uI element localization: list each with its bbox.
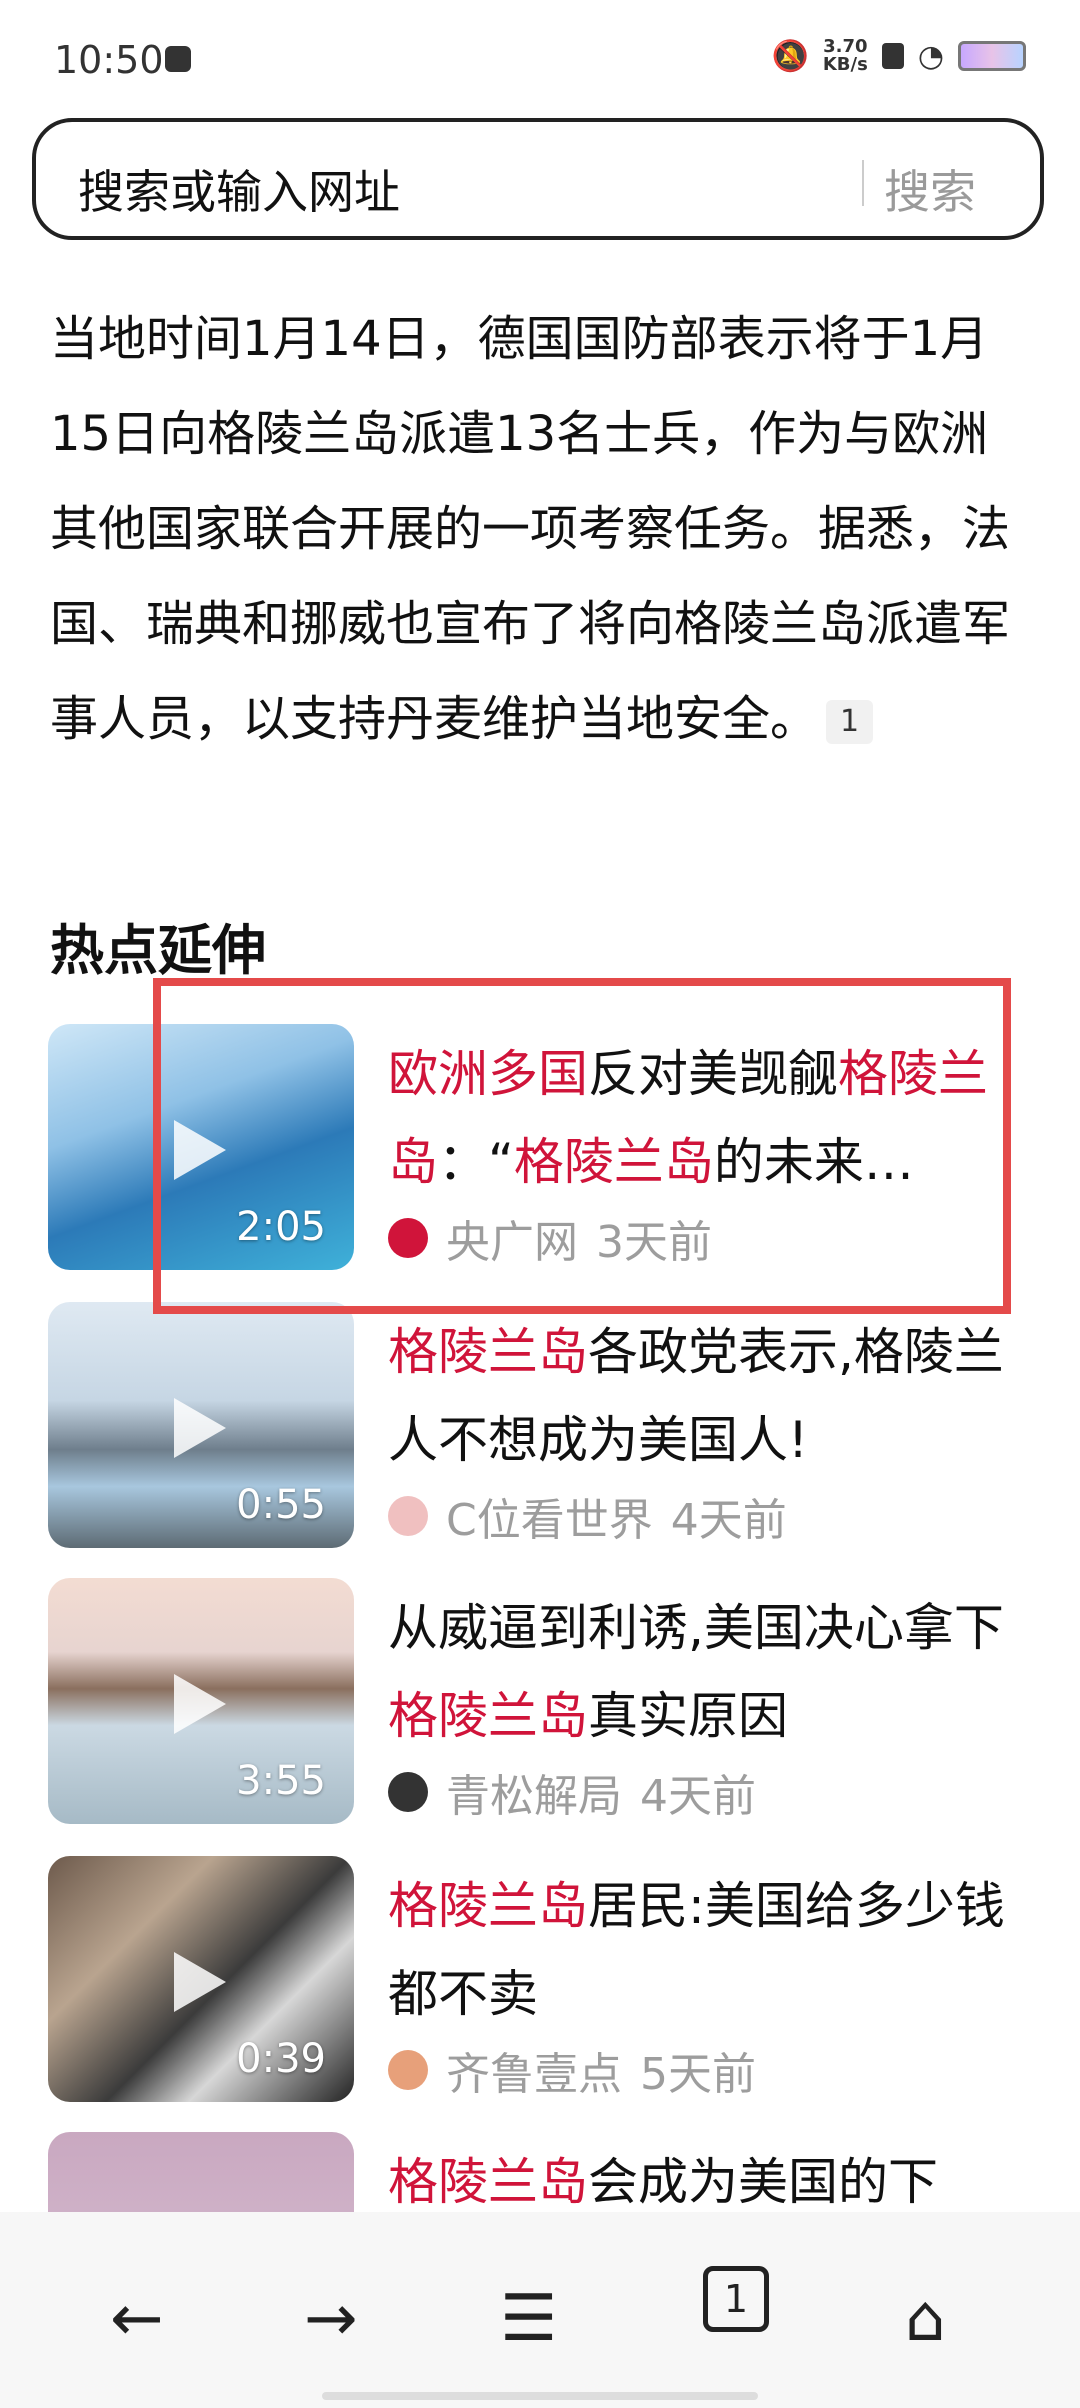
search-divider: [862, 160, 864, 206]
tab-count-button[interactable]: 1: [703, 2266, 769, 2332]
reference-badge[interactable]: 1: [826, 700, 874, 744]
sim-icon: [881, 43, 904, 69]
forward-arrow-icon[interactable]: →: [304, 2282, 358, 2356]
news-source: C位看世界: [446, 1495, 653, 1546]
source-logo-icon: [388, 1496, 428, 1536]
network-speed-unit: KB/s: [822, 54, 868, 75]
video-thumbnail[interactable]: 0:55: [48, 1302, 354, 1548]
news-source: 青松解局: [446, 1771, 622, 1822]
title-part: 格陵兰岛: [388, 1323, 588, 1381]
home-indicator: [322, 2392, 758, 2400]
search-button[interactable]: 搜索: [884, 156, 976, 222]
section-title: 热点延伸: [50, 919, 266, 982]
title-part: 会成为美国的下: [588, 2153, 938, 2211]
title-part: 格陵兰岛: [388, 1687, 588, 1745]
news-time: 4天前: [640, 1771, 756, 1822]
news-title[interactable]: 从威逼到利诱,美国决心拿下格陵兰岛真实原因: [388, 1584, 1038, 1760]
video-duration: 3:55: [236, 1758, 326, 1804]
play-icon: [174, 1952, 226, 2012]
play-icon: [174, 1674, 226, 1734]
news-item[interactable]: 0:55 格陵兰岛各政党表示,格陵兰人不想成为美国人! C位看世界 4天前: [48, 1302, 1038, 1548]
video-thumbnail[interactable]: 3:55: [48, 1578, 354, 1824]
title-part: 真实原因: [588, 1687, 788, 1745]
search-input[interactable]: 搜索或输入网址: [78, 156, 400, 222]
news-meta: C位看世界 4天前: [388, 1484, 787, 1548]
news-title[interactable]: 格陵兰岛各政党表示,格陵兰人不想成为美国人!: [388, 1308, 1038, 1484]
source-logo-icon: [388, 1772, 428, 1812]
article-body: 当地时间1月14日，德国国防部表示将于1月15日向格陵兰岛派遣13名士兵，作为与…: [50, 311, 1011, 747]
news-time: 5天前: [640, 2049, 756, 2100]
news-item[interactable]: 3:55 从威逼到利诱,美国决心拿下格陵兰岛真实原因 青松解局 4天前: [48, 1578, 1038, 1824]
status-right-icons: 🔕 3.70 KB/s ◔: [771, 38, 1026, 74]
news-time: 4天前: [670, 1495, 787, 1546]
news-source: 齐鲁壹点: [446, 2049, 622, 2100]
search-bar[interactable]: 搜索或输入网址 搜索: [32, 118, 1044, 240]
title-part: 格陵兰岛: [388, 2153, 588, 2211]
video-duration: 0:39: [236, 2036, 326, 2082]
video-thumbnail[interactable]: 0:39: [48, 1856, 354, 2102]
network-speed: 3.70 KB/s: [823, 38, 868, 74]
home-icon[interactable]: ⌂: [905, 2282, 946, 2356]
back-arrow-icon[interactable]: ←: [110, 2282, 164, 2356]
wifi-icon: ◔: [917, 38, 944, 74]
title-part: 从威逼到利诱,美国决心拿下: [388, 1599, 1004, 1657]
battery-icon: [958, 41, 1026, 71]
news-meta: 齐鲁壹点 5天前: [388, 2038, 756, 2102]
news-meta: 青松解局 4天前: [388, 1760, 756, 1824]
title-part: 格陵兰岛: [388, 1877, 588, 1935]
news-title[interactable]: 格陵兰岛居民:美国给多少钱都不卖: [388, 1862, 1038, 2038]
source-logo-icon: [388, 2050, 428, 2090]
news-item[interactable]: 格陵兰岛会成为美国的下: [48, 2132, 1038, 2212]
menu-icon[interactable]: ☰: [500, 2282, 557, 2356]
video-duration: 0:55: [236, 1482, 326, 1528]
news-title[interactable]: 格陵兰岛会成为美国的下: [388, 2138, 1038, 2212]
status-time: 10:50: [54, 38, 164, 82]
message-icon: [165, 46, 191, 72]
play-icon: [174, 1398, 226, 1458]
highlight-box: [153, 978, 1011, 1314]
bottom-nav: ← → ☰ 1 ⌂: [0, 2212, 1080, 2408]
video-thumbnail[interactable]: [48, 2132, 354, 2212]
news-item[interactable]: 0:39 格陵兰岛居民:美国给多少钱都不卖 齐鲁壹点 5天前: [48, 1856, 1038, 2102]
mute-bell-icon: 🔕: [771, 38, 809, 74]
article-text: 当地时间1月14日，德国国防部表示将于1月15日向格陵兰岛派遣13名士兵，作为与…: [50, 292, 1030, 767]
status-bar: 10:50 🔕 3.70 KB/s ◔: [0, 0, 1080, 120]
